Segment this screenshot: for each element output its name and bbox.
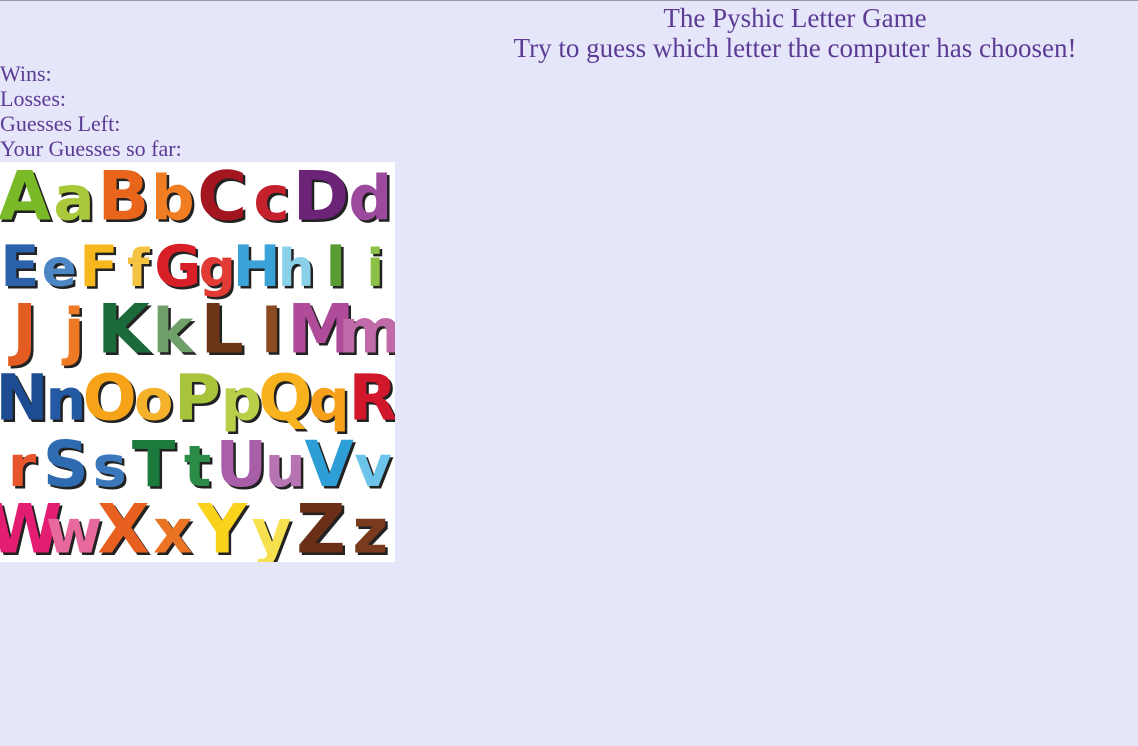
alphabet-letter-Q: Q	[258, 361, 312, 435]
alphabet-letter-l: l	[261, 297, 282, 368]
alphabet-graphic: AA aa BB bb CC cc DD ddEE ee FF ff GG gg HH hh II iiJJ jj…	[0, 162, 395, 562]
alphabet-letter-Y: Y	[197, 491, 248, 562]
guesses-left-label: Guesses Left:	[0, 111, 121, 136]
alphabet-letter-z: z	[353, 497, 389, 562]
alphabet-letter-G: G	[154, 233, 201, 300]
top-border	[0, 0, 1138, 1]
alphabet-letter-c: c	[253, 163, 289, 234]
page-header: The Pyshic Letter Game Try to guess whic…	[452, 3, 1138, 63]
alphabet-letter-o: o	[134, 366, 173, 433]
page-title: The Pyshic Letter Game	[663, 3, 927, 33]
alphabet-letter-R: R	[349, 361, 395, 435]
alphabet-letter-Z: Z	[296, 491, 345, 562]
alphabet-letter-n: n	[45, 366, 86, 433]
scoreboard: Wins: Losses: Guesses Left: Your Guesses…	[0, 61, 182, 161]
alphabet-letter-O: O	[83, 361, 137, 435]
alphabet-letter-X: X	[97, 491, 149, 562]
alphabet-letter-w: w	[46, 497, 103, 562]
alphabet-letter-m: m	[338, 297, 395, 368]
alphabet-letter-D: D	[293, 162, 349, 236]
alphabet-letter-J: J	[8, 291, 37, 370]
losses-label: Losses:	[0, 86, 66, 111]
alphabet-letter-P: P	[174, 361, 221, 435]
alphabet-letter-q: q	[309, 366, 350, 433]
alphabet-letter-B: B	[98, 162, 150, 236]
wins-label: Wins:	[0, 61, 52, 86]
alphabet-letter-L: L	[201, 291, 244, 370]
alphabet-letter-j: j	[61, 297, 85, 368]
alphabet-letter-C: C	[197, 162, 247, 236]
alphabet-letter-b: b	[151, 163, 195, 234]
alphabet-letter-N: N	[0, 361, 49, 435]
alphabet-letter-A: A	[0, 162, 51, 236]
alphabet-letter-K: K	[97, 291, 152, 370]
alphabet-letter-v: v	[354, 433, 391, 500]
guesses-so-far-label: Your Guesses so far:	[0, 136, 182, 161]
alphabet-letter-e: e	[42, 239, 77, 299]
alphabet-letter-k: k	[152, 297, 194, 368]
alphabet-letter-x: x	[153, 497, 192, 562]
alphabet-letter-a: a	[53, 163, 94, 234]
alphabet-letter-p: p	[221, 366, 262, 433]
alphabet-letter-i: i	[366, 239, 384, 299]
alphabet-image: AAaaBBbbCCccDDddEEeeFFffGGggHHhhIIiiJJjj…	[0, 162, 395, 562]
page-subtitle: Try to guess which letter the computer h…	[513, 33, 1077, 63]
alphabet-letter-y: y	[252, 497, 292, 562]
alphabet-letter-d: d	[348, 163, 392, 234]
